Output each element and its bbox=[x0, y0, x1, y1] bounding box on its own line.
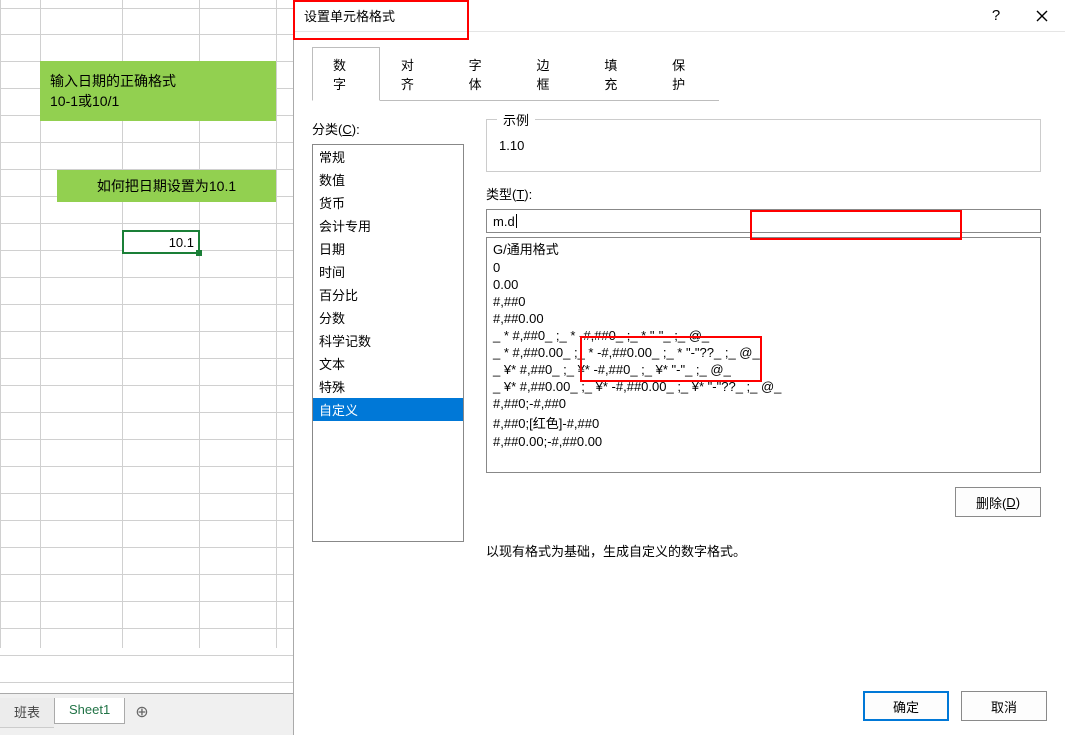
format-code-item[interactable]: #,##0.00 bbox=[487, 310, 1040, 327]
category-list[interactable]: 常规数值货币会计专用日期时间百分比分数科学记数文本特殊自定义 bbox=[312, 144, 464, 542]
category-item[interactable]: 常规 bbox=[313, 145, 463, 168]
hint-text: 以现有格式为基础，生成自定义的数字格式。 bbox=[486, 541, 1047, 560]
cancel-button[interactable]: 取消 bbox=[961, 691, 1047, 721]
format-code-item[interactable]: _ * #,##0_ ;_ * -#,##0_ ;_ * "-"_ ;_ @_ bbox=[487, 327, 1040, 344]
sheet-tab-2[interactable]: Sheet1 bbox=[54, 698, 125, 724]
grid[interactable]: 输入日期的正确格式 10-1或10/1 如何把日期设置为10.1 10.1 bbox=[0, 0, 295, 693]
category-label: 分类(C): bbox=[312, 119, 482, 138]
category-item[interactable]: 分数 bbox=[313, 306, 463, 329]
category-item[interactable]: 货币 bbox=[313, 191, 463, 214]
tab-align[interactable]: 对齐 bbox=[380, 47, 448, 101]
dialog-title: 设置单元格格式 bbox=[304, 6, 395, 25]
tab-fill[interactable]: 填充 bbox=[583, 47, 651, 101]
text-caret bbox=[516, 214, 517, 228]
spreadsheet-background: 输入日期的正确格式 10-1或10/1 如何把日期设置为10.1 10.1 班表… bbox=[0, 0, 295, 735]
format-code-list[interactable]: G/通用格式00.00#,##0#,##0.00_ * #,##0_ ;_ * … bbox=[486, 237, 1041, 473]
add-sheet-button[interactable]: ⊕ bbox=[125, 698, 158, 726]
format-code-item[interactable]: #,##0.00;-#,##0.00 bbox=[487, 433, 1040, 450]
category-item[interactable]: 时间 bbox=[313, 260, 463, 283]
format-code-item[interactable]: _ ¥* #,##0.00_ ;_ ¥* -#,##0.00_ ;_ ¥* "-… bbox=[487, 378, 1040, 395]
example-group: 示例 1.10 bbox=[486, 119, 1041, 172]
tab-font[interactable]: 字体 bbox=[448, 47, 516, 101]
category-item[interactable]: 科学记数 bbox=[313, 329, 463, 352]
tab-number[interactable]: 数字 bbox=[312, 47, 380, 101]
format-code-item[interactable]: 0.00 bbox=[487, 276, 1040, 293]
type-input[interactable]: m.d bbox=[486, 209, 1041, 233]
help-button[interactable]: ? bbox=[973, 1, 1019, 31]
format-code-item[interactable]: #,##0;-#,##0 bbox=[487, 395, 1040, 412]
note-line1: 输入日期的正确格式 bbox=[50, 71, 176, 91]
example-value: 1.10 bbox=[499, 138, 1028, 153]
selected-cell[interactable]: 10.1 bbox=[122, 230, 200, 254]
close-icon bbox=[1036, 10, 1048, 22]
sheet-tab-1[interactable]: 班表 bbox=[0, 698, 54, 728]
format-code-item[interactable]: #,##0 bbox=[487, 293, 1040, 310]
category-item[interactable]: 自定义 bbox=[313, 398, 463, 421]
type-label: 类型(T): bbox=[486, 184, 1047, 203]
dialog-tabs: 数字 对齐 字体 边框 填充 保护 bbox=[312, 46, 719, 101]
ok-button[interactable]: 确定 bbox=[863, 691, 949, 721]
format-cells-dialog: 设置单元格格式 ? 数字 对齐 字体 边框 填充 保护 分类(C): 常规数值货… bbox=[293, 0, 1065, 735]
category-item[interactable]: 日期 bbox=[313, 237, 463, 260]
category-item[interactable]: 特殊 bbox=[313, 375, 463, 398]
format-code-item[interactable]: #,##0;[红色]-#,##0 bbox=[487, 412, 1040, 433]
delete-button[interactable]: 删除(D) bbox=[955, 487, 1041, 517]
selected-cell-value: 10.1 bbox=[169, 235, 194, 250]
note-line2: 10-1或10/1 bbox=[50, 91, 119, 111]
dialog-footer: 确定 取消 bbox=[863, 691, 1047, 721]
note-input-format: 输入日期的正确格式 10-1或10/1 bbox=[40, 61, 276, 121]
category-item[interactable]: 百分比 bbox=[313, 283, 463, 306]
tab-border[interactable]: 边框 bbox=[515, 47, 583, 101]
note-question: 如何把日期设置为10.1 bbox=[57, 170, 276, 202]
category-item[interactable]: 文本 bbox=[313, 352, 463, 375]
format-code-item[interactable]: 0 bbox=[487, 259, 1040, 276]
example-legend: 示例 bbox=[497, 110, 535, 129]
tab-protect[interactable]: 保护 bbox=[651, 47, 719, 101]
format-code-item[interactable]: G/通用格式 bbox=[487, 238, 1040, 259]
dialog-titlebar: 设置单元格格式 ? bbox=[294, 0, 1065, 32]
category-item[interactable]: 数值 bbox=[313, 168, 463, 191]
format-code-item[interactable]: _ ¥* #,##0_ ;_ ¥* -#,##0_ ;_ ¥* "-"_ ;_ … bbox=[487, 361, 1040, 378]
type-input-value: m.d bbox=[493, 214, 515, 229]
close-button[interactable] bbox=[1019, 1, 1065, 31]
category-item[interactable]: 会计专用 bbox=[313, 214, 463, 237]
format-code-item[interactable]: _ * #,##0.00_ ;_ * -#,##0.00_ ;_ * "-"??… bbox=[487, 344, 1040, 361]
sheet-tabbar: 班表 Sheet1 ⊕ bbox=[0, 693, 295, 735]
